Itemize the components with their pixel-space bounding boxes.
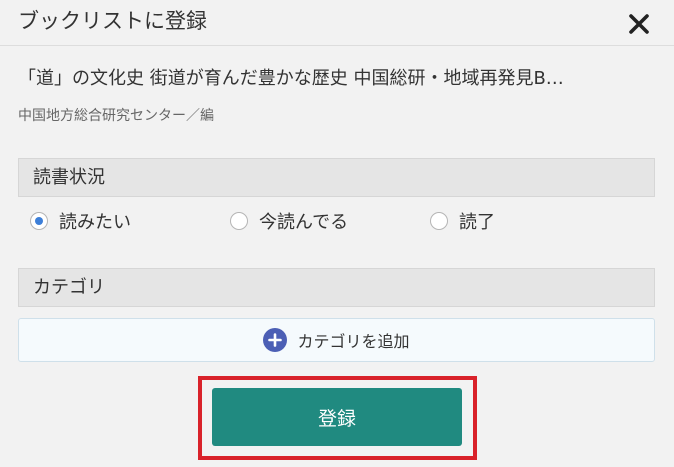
- radio-selected-dot: [35, 217, 43, 225]
- reading-status-options: 読みたい 今読んでる 読了: [0, 208, 674, 234]
- radio-button[interactable]: [230, 212, 248, 230]
- dialog-title: ブックリストに登録: [18, 9, 207, 33]
- radio-label: 読みたい: [59, 212, 131, 233]
- add-category-label: カテゴリを追加: [297, 332, 410, 351]
- close-icon: [629, 14, 649, 34]
- dialog-header: ブックリストに登録: [0, 0, 674, 46]
- category-heading: カテゴリ: [18, 268, 655, 307]
- radio-label: 今読んでる: [259, 212, 349, 233]
- register-button[interactable]: 登録: [212, 388, 462, 446]
- plus-circle-icon: [263, 328, 288, 352]
- book-title: 「道」の文化史 街道が育んだ豊かな歴史 中国総研・地域再発見B…: [18, 68, 564, 89]
- plus-icon: [268, 333, 283, 347]
- radio-label: 読了: [459, 212, 495, 233]
- radio-want-to-read[interactable]: 読みたい: [30, 208, 131, 234]
- book-author: 中国地方総合研究センター／編: [18, 108, 214, 124]
- radio-button[interactable]: [430, 212, 448, 230]
- add-category-button[interactable]: カテゴリを追加: [18, 318, 655, 362]
- close-button[interactable]: [624, 9, 654, 39]
- booklist-dialog: ブックリストに登録 「道」の文化史 街道が育んだ豊かな歴史 中国総研・地域再発見…: [0, 0, 674, 467]
- radio-finished[interactable]: 読了: [430, 208, 495, 234]
- radio-reading-now[interactable]: 今読んでる: [230, 208, 348, 234]
- radio-button[interactable]: [30, 212, 48, 230]
- reading-status-heading: 読書状況: [18, 158, 655, 197]
